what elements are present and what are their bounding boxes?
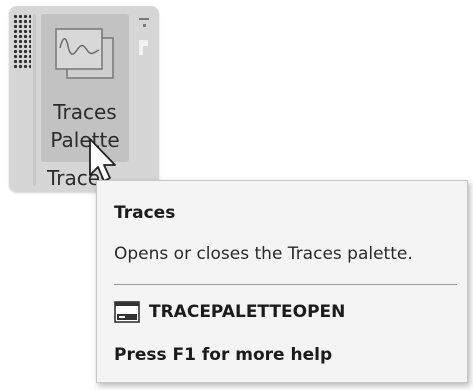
traces-palette-label-line1: Traces — [53, 100, 117, 124]
tooltip: Traces Opens or closes the Traces palett… — [96, 180, 468, 383]
traces-palette-icon — [55, 28, 114, 79]
screen: Traces Palette Traces Traces Opens or cl… — [0, 0, 473, 390]
tooltip-divider — [114, 284, 457, 285]
tooltip-help-text: Press F1 for more help — [114, 345, 333, 365]
ribbon-panel-traces: Traces Palette Traces — [9, 6, 159, 192]
tooltip-description: Opens or closes the Traces palette. — [114, 244, 413, 264]
tooltip-title: Traces — [114, 203, 176, 223]
panel-rail — [33, 14, 36, 186]
tooltip-command-row: TRACEPALETTEOPEN — [114, 299, 345, 325]
panel-options-icon[interactable] — [139, 40, 148, 55]
command-line-icon — [114, 301, 140, 323]
tooltip-command-name: TRACEPALETTEOPEN — [149, 302, 346, 322]
panel-grip-icon[interactable] — [13, 14, 31, 70]
panel-side-controls — [139, 18, 149, 55]
minimize-panel-icon[interactable] — [139, 18, 149, 27]
